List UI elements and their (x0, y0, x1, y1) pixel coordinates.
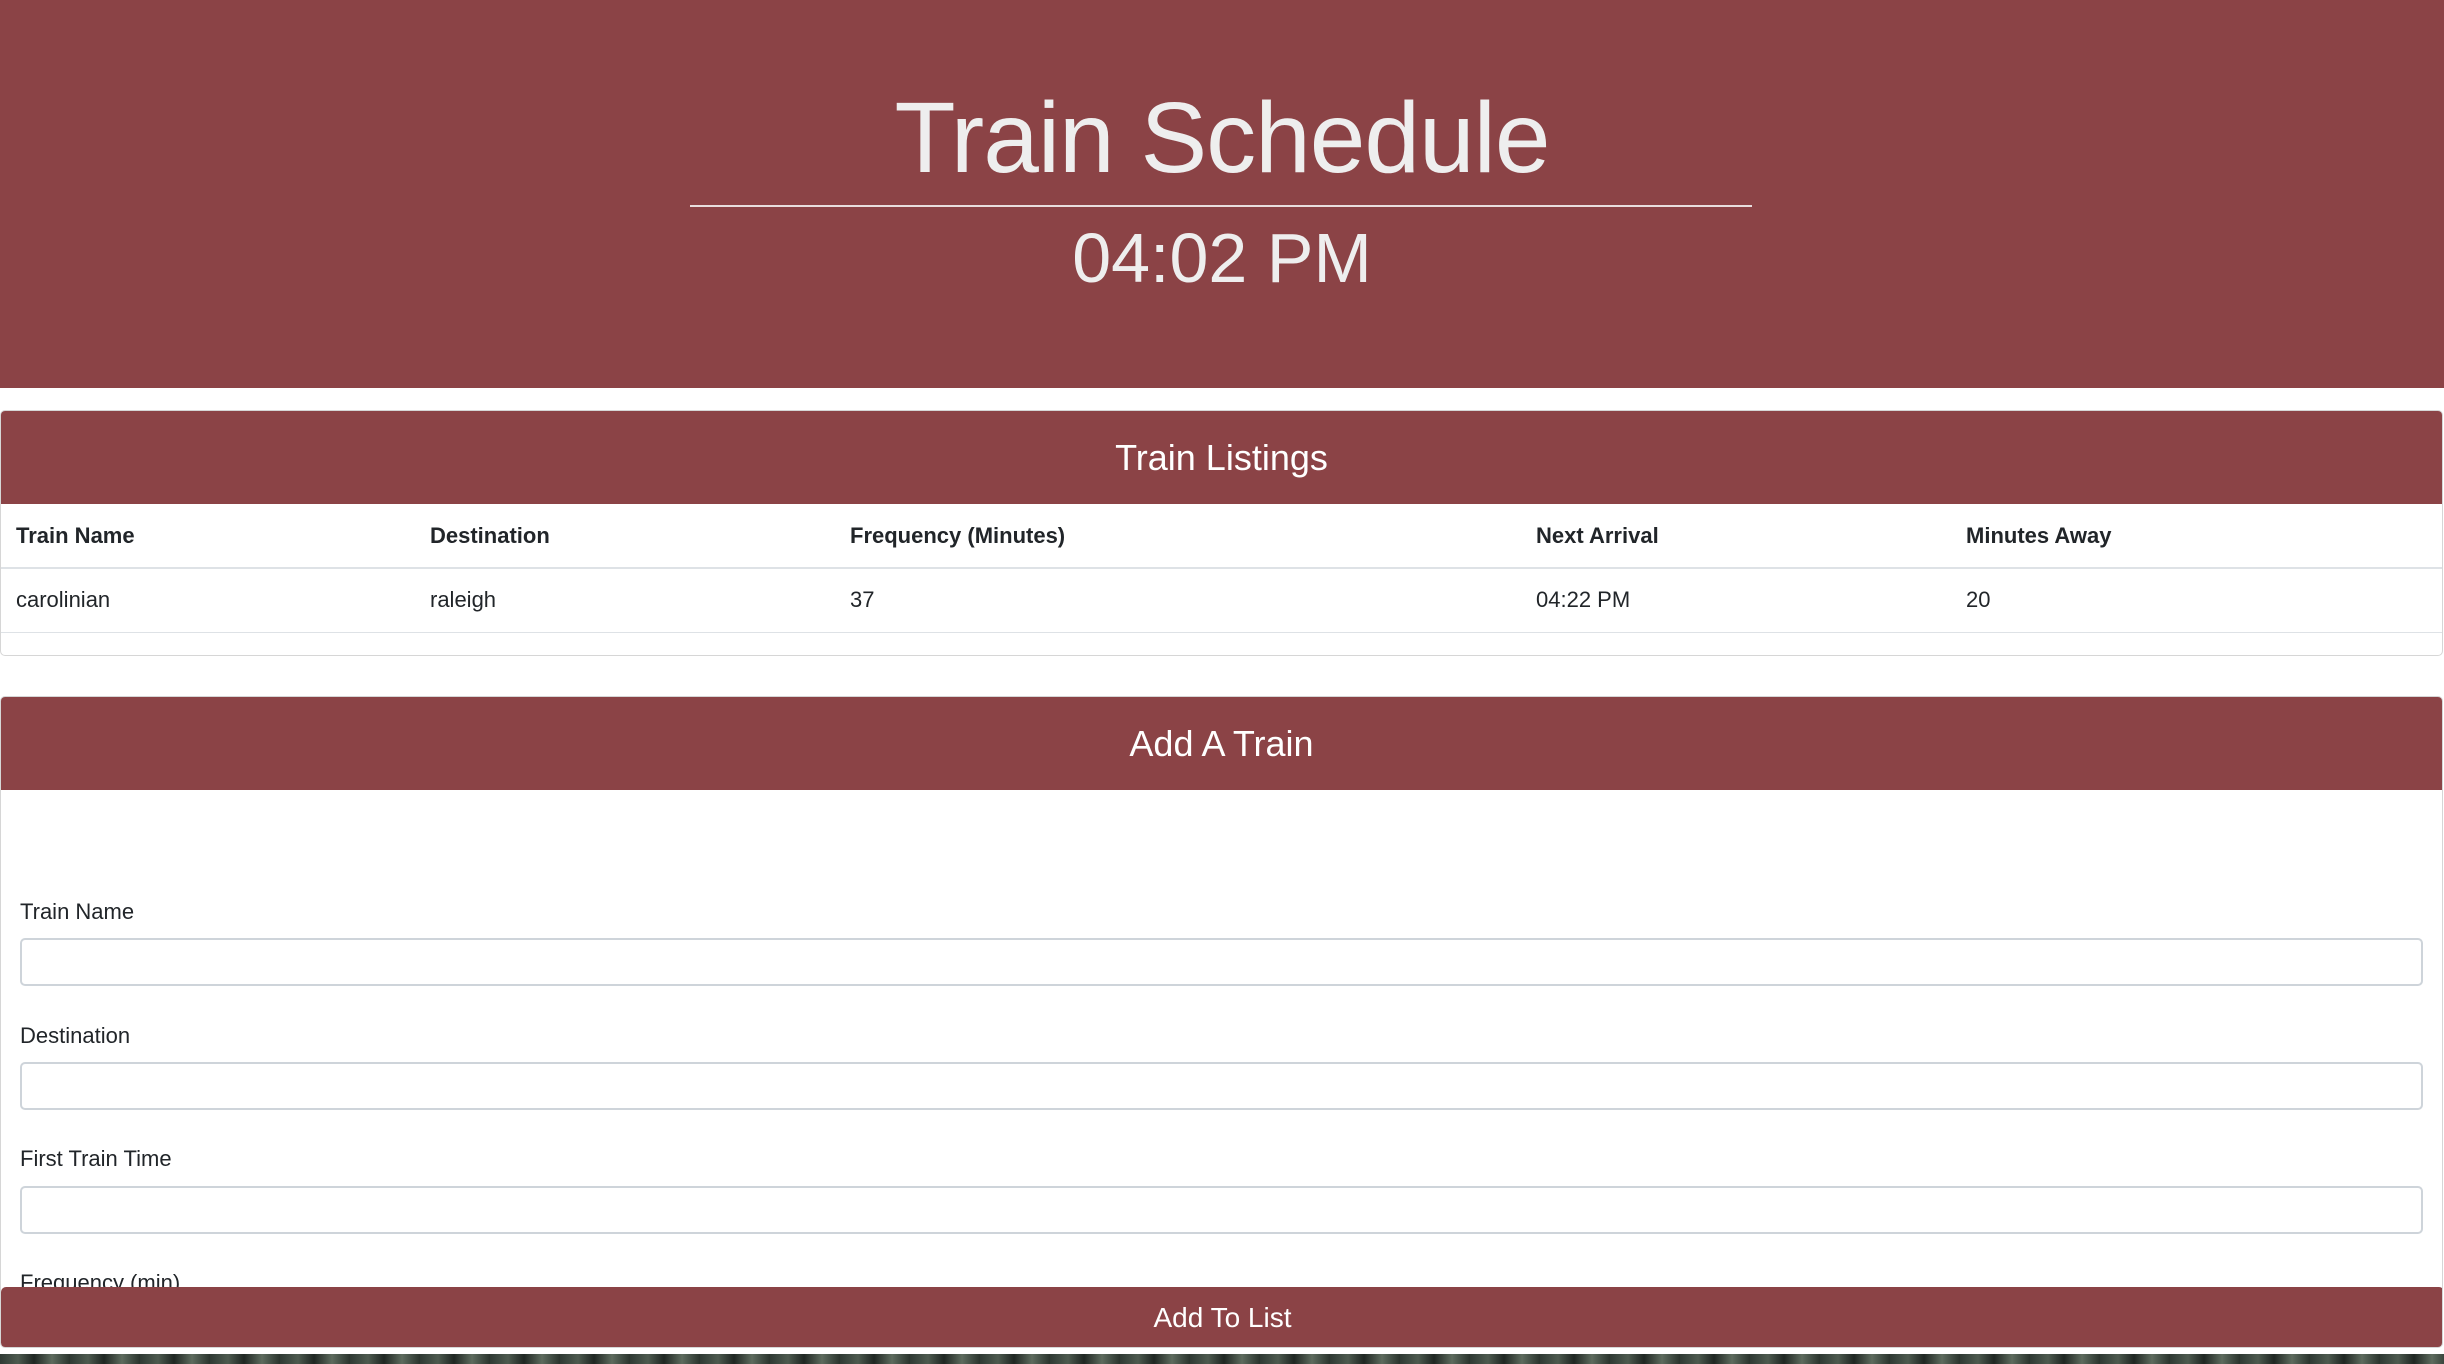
column-header-train-name: Train Name (1, 504, 415, 569)
page-title: Train Schedule (894, 82, 1551, 194)
first-train-time-input[interactable] (20, 1186, 2423, 1234)
header-jumbotron: Train Schedule 04:02 PM (0, 0, 2444, 388)
title-divider (690, 205, 1752, 207)
add-train-form: Train Name Destination First Train Time … (1, 790, 2442, 1347)
background-image-strip (0, 1354, 2444, 1364)
column-header-next-arrival: Next Arrival (1521, 504, 1951, 569)
add-train-header: Add A Train (1, 697, 2442, 790)
column-header-destination: Destination (415, 504, 835, 569)
cell-minutes-away: 20 (1951, 568, 2442, 633)
column-header-frequency: Frequency (Minutes) (835, 504, 1521, 569)
first-train-time-label: First Train Time (20, 1146, 172, 1171)
table-row: carolinian raleigh 37 04:22 PM 20 (1, 568, 2442, 633)
add-to-list-button[interactable]: Add To List (1, 1287, 2442, 1347)
train-listings-card: Train Listings Train Name Destination Fr… (0, 410, 2443, 656)
add-train-card: Add A Train Train Name Destination First… (0, 696, 2443, 1348)
cell-next-arrival: 04:22 PM (1521, 568, 1951, 633)
destination-label: Destination (20, 1023, 131, 1048)
train-name-input[interactable] (20, 938, 2423, 986)
train-table: Train Name Destination Frequency (Minute… (1, 504, 2442, 633)
column-header-minutes-away: Minutes Away (1951, 504, 2442, 569)
train-name-label: Train Name (20, 899, 135, 924)
table-header-row: Train Name Destination Frequency (Minute… (1, 504, 2442, 569)
cell-train-name: carolinian (1, 568, 415, 633)
destination-input[interactable] (20, 1062, 2423, 1110)
train-listings-header: Train Listings (1, 411, 2442, 504)
cell-destination: raleigh (415, 568, 835, 633)
current-time: 04:02 PM (1072, 219, 1372, 297)
cell-frequency: 37 (835, 568, 1521, 633)
